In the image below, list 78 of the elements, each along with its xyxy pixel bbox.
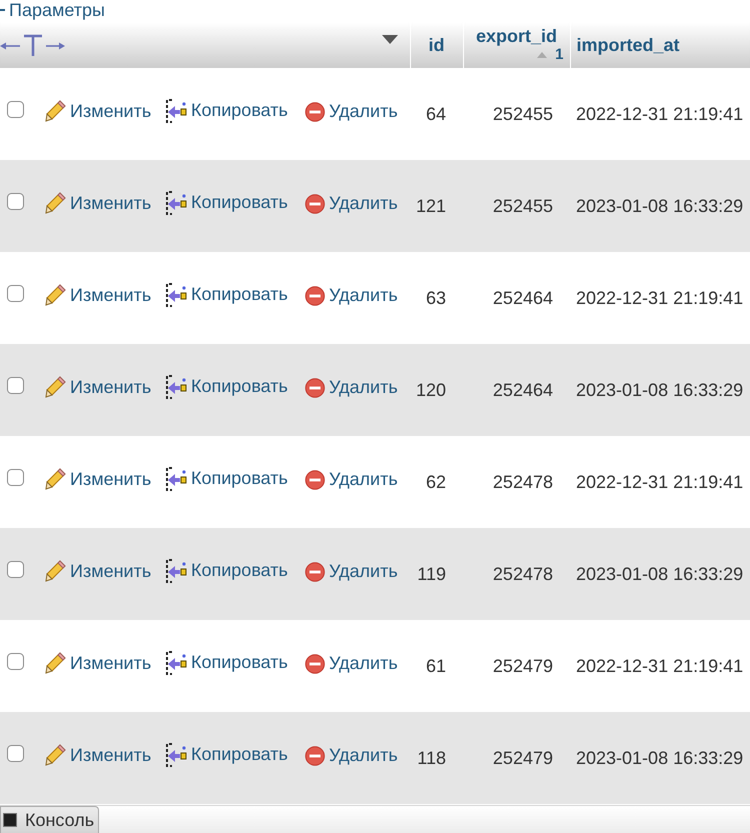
pencil-icon[interactable] <box>45 100 66 122</box>
delete-icon[interactable] <box>305 470 325 490</box>
table-cell: 252478 <box>463 436 570 528</box>
delete-icon[interactable] <box>305 286 325 306</box>
pencil-icon[interactable] <box>45 652 66 674</box>
row-checkbox[interactable] <box>7 284 24 302</box>
pencil-icon[interactable] <box>45 560 66 582</box>
delete-link[interactable]: Удалить <box>305 650 398 678</box>
console-tab[interactable]: Консоль <box>0 806 100 833</box>
row-checkbox[interactable] <box>7 100 24 118</box>
table-cell: 252455 <box>463 68 570 160</box>
table-cell: 2023-01-08 16:33:29 <box>570 344 750 436</box>
row-checkbox[interactable] <box>7 192 24 210</box>
row-checkbox[interactable] <box>7 744 24 762</box>
pencil-icon[interactable] <box>45 744 66 766</box>
sort-order-number: 1 <box>555 47 564 64</box>
copy-link[interactable]: Копировать <box>165 465 288 492</box>
table-cell: 2022-12-31 21:19:41 <box>570 252 750 344</box>
row-checkbox[interactable] <box>7 376 24 394</box>
copy-link[interactable]: Копировать <box>165 649 288 676</box>
table-cell: 252464 <box>463 252 570 344</box>
delete-link[interactable]: Удалить <box>305 98 398 126</box>
table-cell: 63 <box>410 252 463 344</box>
table-cell: 252478 <box>463 528 570 620</box>
row-checkbox[interactable] <box>7 652 24 670</box>
table-cell: 2023-01-08 16:33:29 <box>570 160 750 252</box>
delete-icon[interactable] <box>305 746 325 766</box>
table-cell: 252479 <box>463 620 570 712</box>
table-cell: 252455 <box>463 160 570 252</box>
square-icon[interactable] <box>3 813 17 827</box>
edit-link[interactable]: Изменить <box>45 650 152 677</box>
copy-icon[interactable] <box>165 374 187 399</box>
copy-icon[interactable] <box>165 466 187 491</box>
pencil-icon[interactable] <box>45 284 66 306</box>
pencil-icon[interactable] <box>45 192 66 214</box>
caret-down-icon[interactable] <box>382 34 398 44</box>
delete-icon[interactable] <box>305 562 325 582</box>
table-cell: 252464 <box>463 344 570 436</box>
delete-icon[interactable] <box>305 194 325 214</box>
copy-link[interactable]: Копировать <box>165 97 288 124</box>
copy-icon[interactable] <box>165 98 187 123</box>
table-cell: 2022-12-31 21:19:41 <box>570 436 750 528</box>
sort-link[interactable]: imported_at <box>576 34 680 56</box>
pencil-icon[interactable] <box>45 376 66 398</box>
copy-icon[interactable] <box>165 558 187 583</box>
table-cell: 2023-01-08 16:33:29 <box>570 712 750 804</box>
copy-icon[interactable] <box>165 282 187 307</box>
copy-icon[interactable] <box>165 650 187 675</box>
row-checkbox[interactable] <box>7 468 24 486</box>
table-cell: 64 <box>410 68 463 160</box>
delete-icon[interactable] <box>305 102 325 122</box>
copy-link[interactable]: Копировать <box>165 281 288 308</box>
table-cell: 2023-01-08 16:33:29 <box>570 528 750 620</box>
dash-icon[interactable] <box>0 9 5 12</box>
edit-link[interactable]: Изменить <box>45 282 152 309</box>
options-link[interactable]: Параметры <box>0 1 105 21</box>
table-cell: 2022-12-31 21:19:41 <box>570 620 750 712</box>
sort-link[interactable]: id <box>428 34 444 56</box>
copy-icon[interactable] <box>165 742 187 767</box>
row-checkbox[interactable] <box>7 560 24 578</box>
edit-link[interactable]: Изменить <box>45 98 152 125</box>
table-cell: 2022-12-31 21:19:41 <box>570 68 750 160</box>
edit-link[interactable]: Изменить <box>45 466 152 493</box>
text-width-arrows-icon[interactable] <box>0 33 65 57</box>
table-cell: 61 <box>410 620 463 712</box>
table-cell: 62 <box>410 436 463 528</box>
pencil-icon[interactable] <box>45 468 66 490</box>
table-cell: 118 <box>410 712 463 804</box>
copy-icon[interactable] <box>165 190 187 215</box>
delete-icon[interactable] <box>305 378 325 398</box>
table-cell: 252479 <box>463 712 570 804</box>
table-cell: 121 <box>410 160 463 252</box>
delete-link[interactable]: Удалить <box>305 466 398 494</box>
table-cell: 119 <box>410 528 463 620</box>
delete-link[interactable]: Удалить <box>305 282 398 310</box>
sort-link[interactable]: export_id <box>476 26 558 48</box>
delete-icon[interactable] <box>305 654 325 674</box>
table-cell: 120 <box>410 344 463 436</box>
